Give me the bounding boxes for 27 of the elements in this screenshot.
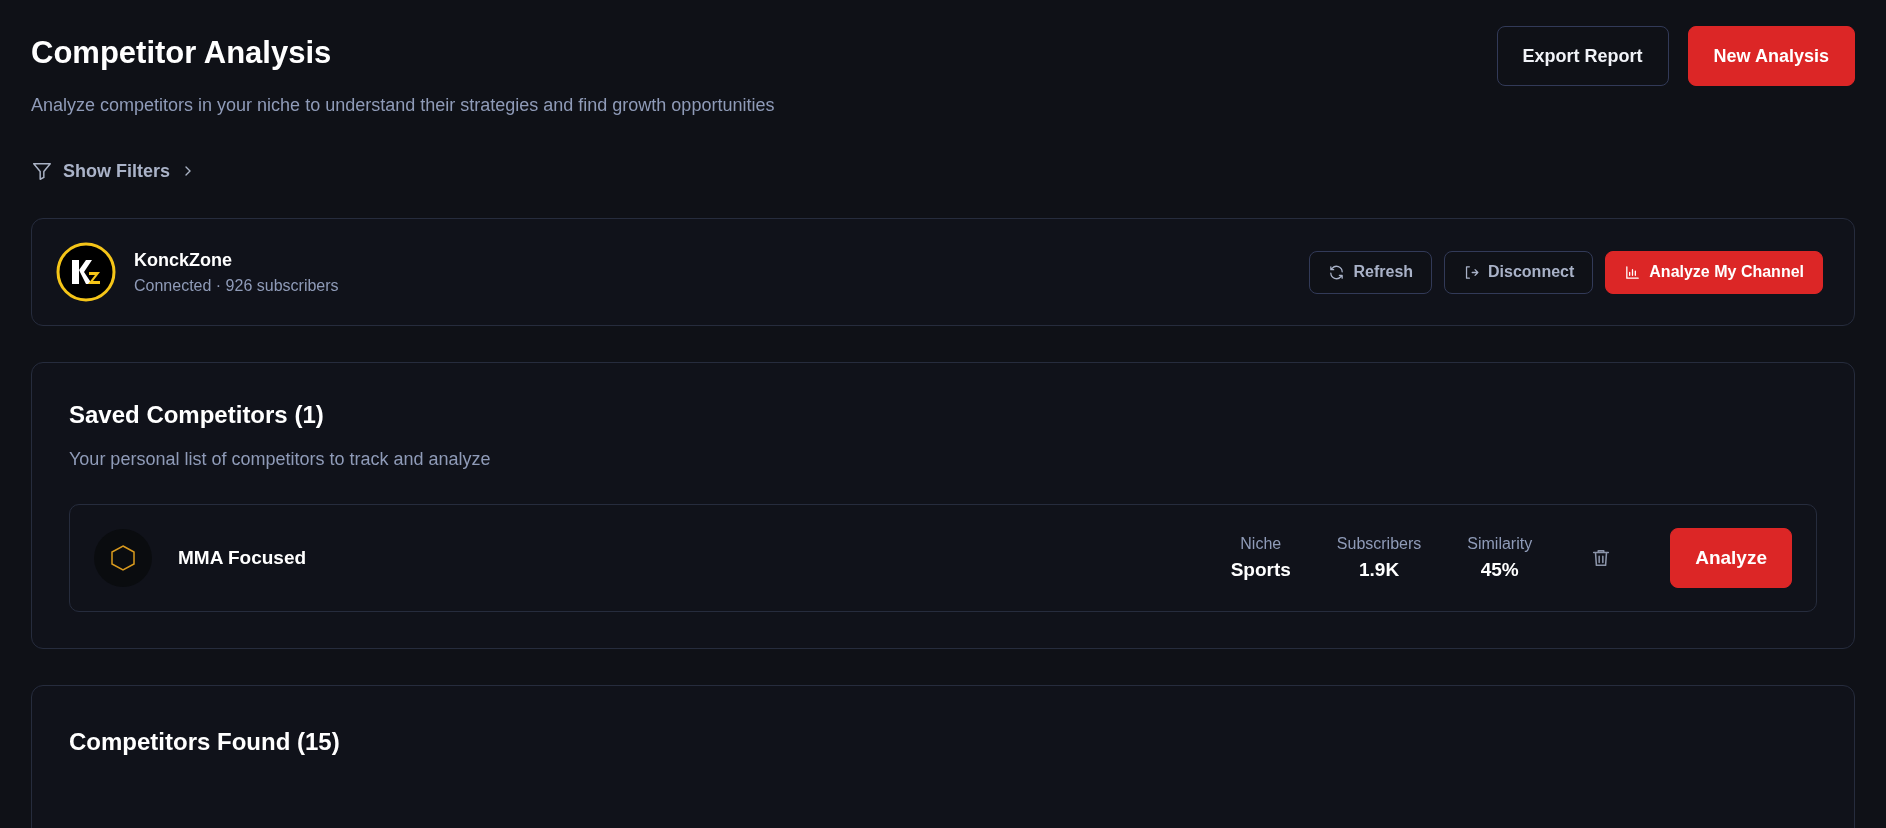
competitor-avatar — [94, 529, 152, 587]
section-title: Competitors Found (15) — [69, 728, 341, 756]
bar-chart-icon — [1624, 263, 1642, 281]
page-subtitle: Analyze competitors in your niche to understand their strategies and find growth opportunities — [31, 95, 775, 116]
channel-action-button[interactable]: Refresh — [1309, 250, 1433, 294]
show-filters-toggle[interactable]: Show Filters — [31, 160, 196, 182]
stat-value: 1.9K — [1359, 559, 1400, 581]
refresh-icon — [1328, 263, 1346, 281]
header-button[interactable]: New Analysis — [1687, 26, 1855, 86]
channel-status: Connected · 926 subscribers — [134, 276, 339, 295]
section-title: Saved Competitors (1) — [69, 401, 325, 429]
channel-name: KonckZone — [134, 249, 233, 271]
channel-action-button[interactable]: Disconnect — [1444, 250, 1594, 294]
stat-label: Similarity — [1467, 535, 1533, 553]
stat-value: 45% — [1480, 559, 1519, 581]
analyze-button[interactable]: Analyze — [1670, 528, 1792, 588]
logout-icon — [1463, 263, 1481, 281]
stat-label: Niche — [1240, 535, 1282, 553]
filter-icon — [31, 160, 53, 182]
page-title: Competitor Analysis — [31, 35, 333, 71]
stat-label: Subscribers — [1336, 535, 1422, 553]
channel-avatar — [56, 242, 116, 302]
competitor-name: MMA Focused — [178, 547, 307, 569]
channel-action-button[interactable]: Analyze My Channel — [1605, 250, 1823, 294]
section-subtitle: Your personal list of competitors to track and analyze — [69, 449, 492, 470]
stat-value: Sports — [1230, 559, 1291, 581]
header-button[interactable]: Export Report — [1496, 26, 1669, 86]
